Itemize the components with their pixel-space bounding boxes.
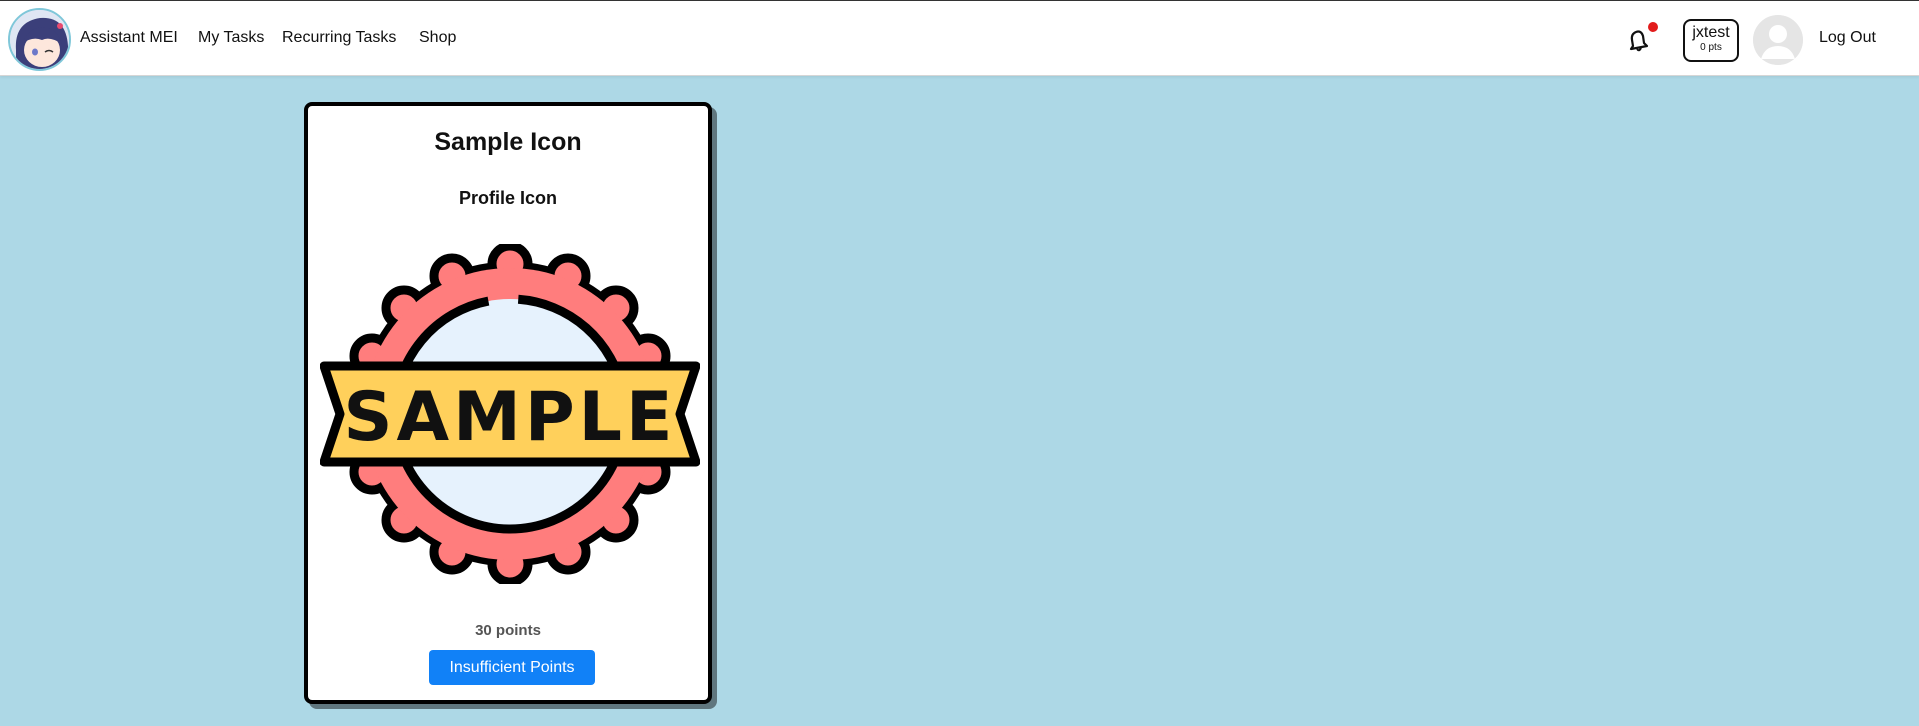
notification-badge [1648,22,1658,32]
logout-link[interactable]: Log Out [1819,29,1876,47]
profile-avatar[interactable] [1753,15,1803,65]
brand-logo-avatar[interactable] [8,8,71,71]
user-points-badge[interactable]: jxtest 0 pts [1683,19,1739,62]
username-label: jxtest [1692,24,1730,41]
nav-link-my-tasks[interactable]: My Tasks [198,29,264,47]
nav-link-recurring-tasks[interactable]: Recurring Tasks [282,29,396,47]
sample-badge-text: SAMPLE [344,378,677,457]
item-category: Profile Icon [458,188,557,208]
sample-badge-icon: SAMPLE [320,244,700,584]
brand-name[interactable]: Assistant MEI [80,29,178,47]
nav-link-shop[interactable]: Shop [419,29,456,47]
top-navbar: Assistant MEI My Tasks Recurring Tasks S… [0,0,1919,76]
default-user-icon [1753,15,1803,65]
insufficient-points-button[interactable]: Insufficient Points [429,650,595,685]
shop-item-card: Sample Icon Profile Icon SAMPLE 30 point… [304,102,712,704]
anime-avatar-icon [10,10,69,69]
item-title: Sample Icon [434,128,582,156]
item-price: 30 points [475,622,541,639]
user-points-label: 0 pts [1700,42,1722,53]
